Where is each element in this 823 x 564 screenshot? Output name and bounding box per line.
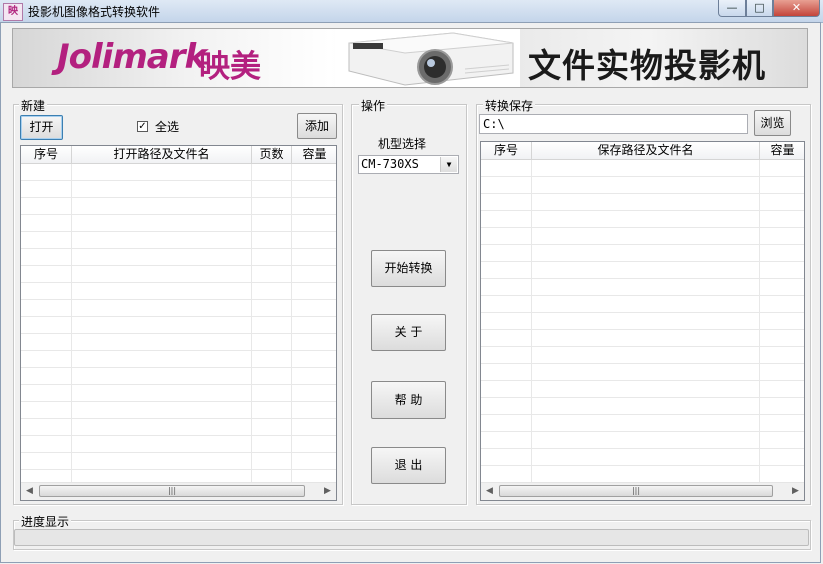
column-header-index[interactable]: 序号	[21, 146, 72, 163]
column-header-open-path[interactable]: 打开路径及文件名	[72, 146, 252, 163]
help-button[interactable]: 帮 助	[371, 381, 446, 419]
banner: Jolimark 映美 文件实物投影机	[12, 28, 808, 88]
progress-group-legend: 进度显示	[19, 513, 72, 530]
scroll-right-arrow-icon[interactable]: ▶	[787, 483, 804, 500]
save-group-legend: 转换保存	[483, 97, 536, 114]
open-file-list-rows[interactable]	[21, 164, 336, 482]
model-select-value: CM-730XS	[361, 157, 419, 171]
brand-logo-cn: 映美	[199, 49, 261, 85]
select-all-label[interactable]: 全选	[155, 118, 179, 135]
progress-bar	[14, 529, 809, 546]
title-bar[interactable]: 映 投影机图像格式转换软件	[0, 0, 823, 23]
browse-button[interactable]: 浏览	[754, 110, 791, 136]
add-button[interactable]: 添加	[297, 113, 337, 139]
save-path-input[interactable]: C:\	[479, 114, 748, 134]
scroll-thumb[interactable]: |||	[39, 485, 305, 497]
minimize-button[interactable]: —	[718, 0, 746, 17]
scroll-thumb[interactable]: |||	[499, 485, 773, 497]
select-all-checkbox[interactable]: ✓	[137, 121, 148, 132]
about-button[interactable]: 关 于	[371, 314, 446, 351]
open-button[interactable]: 打开	[20, 115, 63, 140]
column-header-index[interactable]: 序号	[481, 142, 532, 159]
model-select-label: 机型选择	[378, 137, 427, 151]
column-header-save-path[interactable]: 保存路径及文件名	[532, 142, 760, 159]
exit-button[interactable]: 退 出	[371, 447, 446, 484]
start-convert-button[interactable]: 开始转换	[371, 250, 446, 287]
close-button[interactable]: ✕	[773, 0, 820, 17]
projector-image	[335, 29, 520, 87]
scroll-left-arrow-icon[interactable]: ◀	[21, 483, 38, 500]
app-icon: 映	[3, 3, 23, 21]
open-file-list-header: 序号 打开路径及文件名 页数 容量	[21, 146, 336, 164]
open-list-horizontal-scrollbar[interactable]: ◀ ||| ▶	[21, 482, 336, 500]
save-file-list-rows[interactable]	[481, 160, 804, 482]
operation-group-legend: 操作	[359, 97, 388, 114]
maximize-button[interactable]: □	[746, 0, 773, 17]
column-header-size[interactable]: 容量	[760, 142, 804, 159]
column-header-size[interactable]: 容量	[292, 146, 336, 163]
save-list-horizontal-scrollbar[interactable]: ◀ ||| ▶	[481, 482, 804, 500]
open-file-list[interactable]: 序号 打开路径及文件名 页数 容量 ◀ ||| ▶	[20, 145, 337, 501]
banner-title: 文件实物投影机	[528, 46, 766, 85]
chevron-down-icon[interactable]: ▼	[440, 157, 457, 172]
save-file-list-header: 序号 保存路径及文件名 容量	[481, 142, 804, 160]
column-header-pages[interactable]: 页数	[252, 146, 292, 163]
new-group-legend: 新建	[19, 97, 48, 114]
scroll-right-arrow-icon[interactable]: ▶	[319, 483, 336, 500]
model-select[interactable]: CM-730XS ▼	[358, 155, 459, 174]
window-title: 投影机图像格式转换软件	[28, 5, 161, 19]
scroll-left-arrow-icon[interactable]: ◀	[481, 483, 498, 500]
brand-logo: Jolimark	[57, 37, 207, 77]
save-file-list[interactable]: 序号 保存路径及文件名 容量 ◀ ||| ▶	[480, 141, 805, 501]
